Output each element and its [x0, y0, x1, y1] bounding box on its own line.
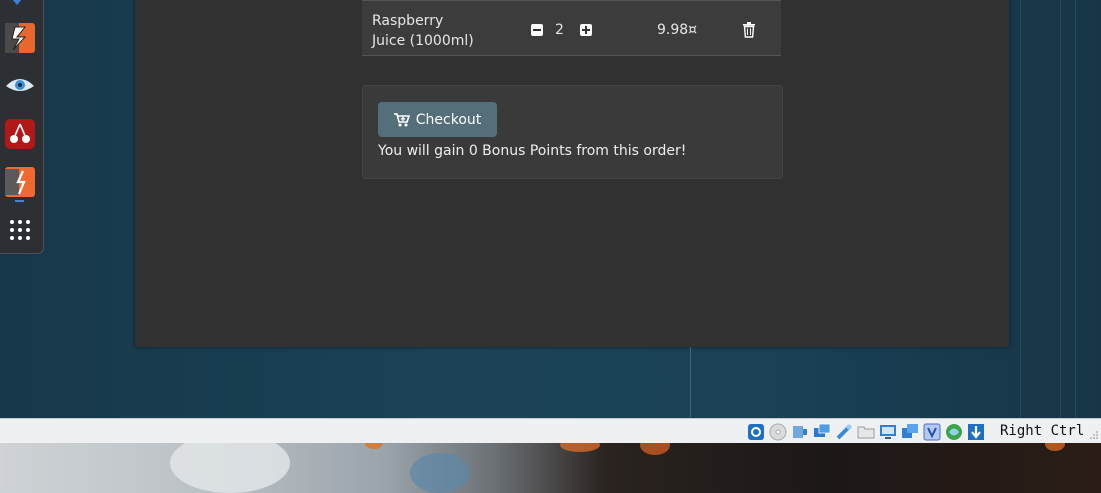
- item-price: 9.98¤: [657, 22, 698, 38]
- quantity-value: 2: [555, 22, 564, 38]
- shared-folder-icon[interactable]: [856, 422, 876, 441]
- guest-additions-icon[interactable]: [944, 422, 964, 441]
- app-grid-icon[interactable]: [5, 215, 35, 245]
- plus-icon: [582, 26, 590, 34]
- cart-plus-icon: [393, 112, 410, 126]
- eye-icon[interactable]: [5, 71, 35, 101]
- hard-disk-icon[interactable]: [746, 422, 766, 441]
- burp-alt-icon[interactable]: [5, 167, 35, 197]
- active-indicator: [15, 200, 24, 202]
- increase-quantity-button[interactable]: [580, 24, 592, 36]
- recording-icon[interactable]: [900, 422, 920, 441]
- divider: [690, 347, 691, 417]
- trash-icon[interactable]: [742, 22, 756, 38]
- cart-item-name: Raspberry Juice (1000ml): [372, 11, 474, 51]
- dock-scroll-icon[interactable]: [12, 0, 22, 5]
- minus-icon: [533, 29, 541, 31]
- host-key-label: Right Ctrl: [1000, 423, 1085, 439]
- vm-status-bar: Right Ctrl: [0, 418, 1101, 444]
- display-icon[interactable]: [878, 422, 898, 441]
- bonus-points-text: You will gain 0 Bonus Points from this o…: [378, 143, 687, 159]
- keyboard-capture-icon[interactable]: [966, 422, 986, 441]
- item-name-line2: Juice (1000ml): [372, 33, 474, 49]
- dock: [0, 0, 44, 254]
- usb-icon[interactable]: [834, 422, 854, 441]
- item-name-line1: Raspberry: [372, 13, 444, 29]
- cherry-icon[interactable]: [5, 119, 35, 149]
- resize-grip-icon[interactable]: [1090, 431, 1098, 439]
- burp-suite-icon[interactable]: [5, 23, 35, 53]
- decrease-quantity-button[interactable]: [531, 24, 543, 36]
- shop-window: Raspberry Juice (1000ml) 2 9.98¤ Checkou…: [135, 0, 1009, 347]
- cart-item-row: Raspberry Juice (1000ml) 2 9.98¤: [362, 0, 781, 56]
- vt-x-icon[interactable]: [922, 422, 942, 441]
- host-wallpaper: [0, 443, 1101, 493]
- network-icon[interactable]: [812, 422, 832, 441]
- checkout-button[interactable]: Checkout: [378, 102, 497, 137]
- checkout-card: Checkout You will gain 0 Bonus Points fr…: [362, 85, 783, 179]
- checkout-label: Checkout: [415, 111, 482, 128]
- optical-drive-icon[interactable]: [768, 422, 788, 441]
- audio-icon[interactable]: [790, 422, 810, 441]
